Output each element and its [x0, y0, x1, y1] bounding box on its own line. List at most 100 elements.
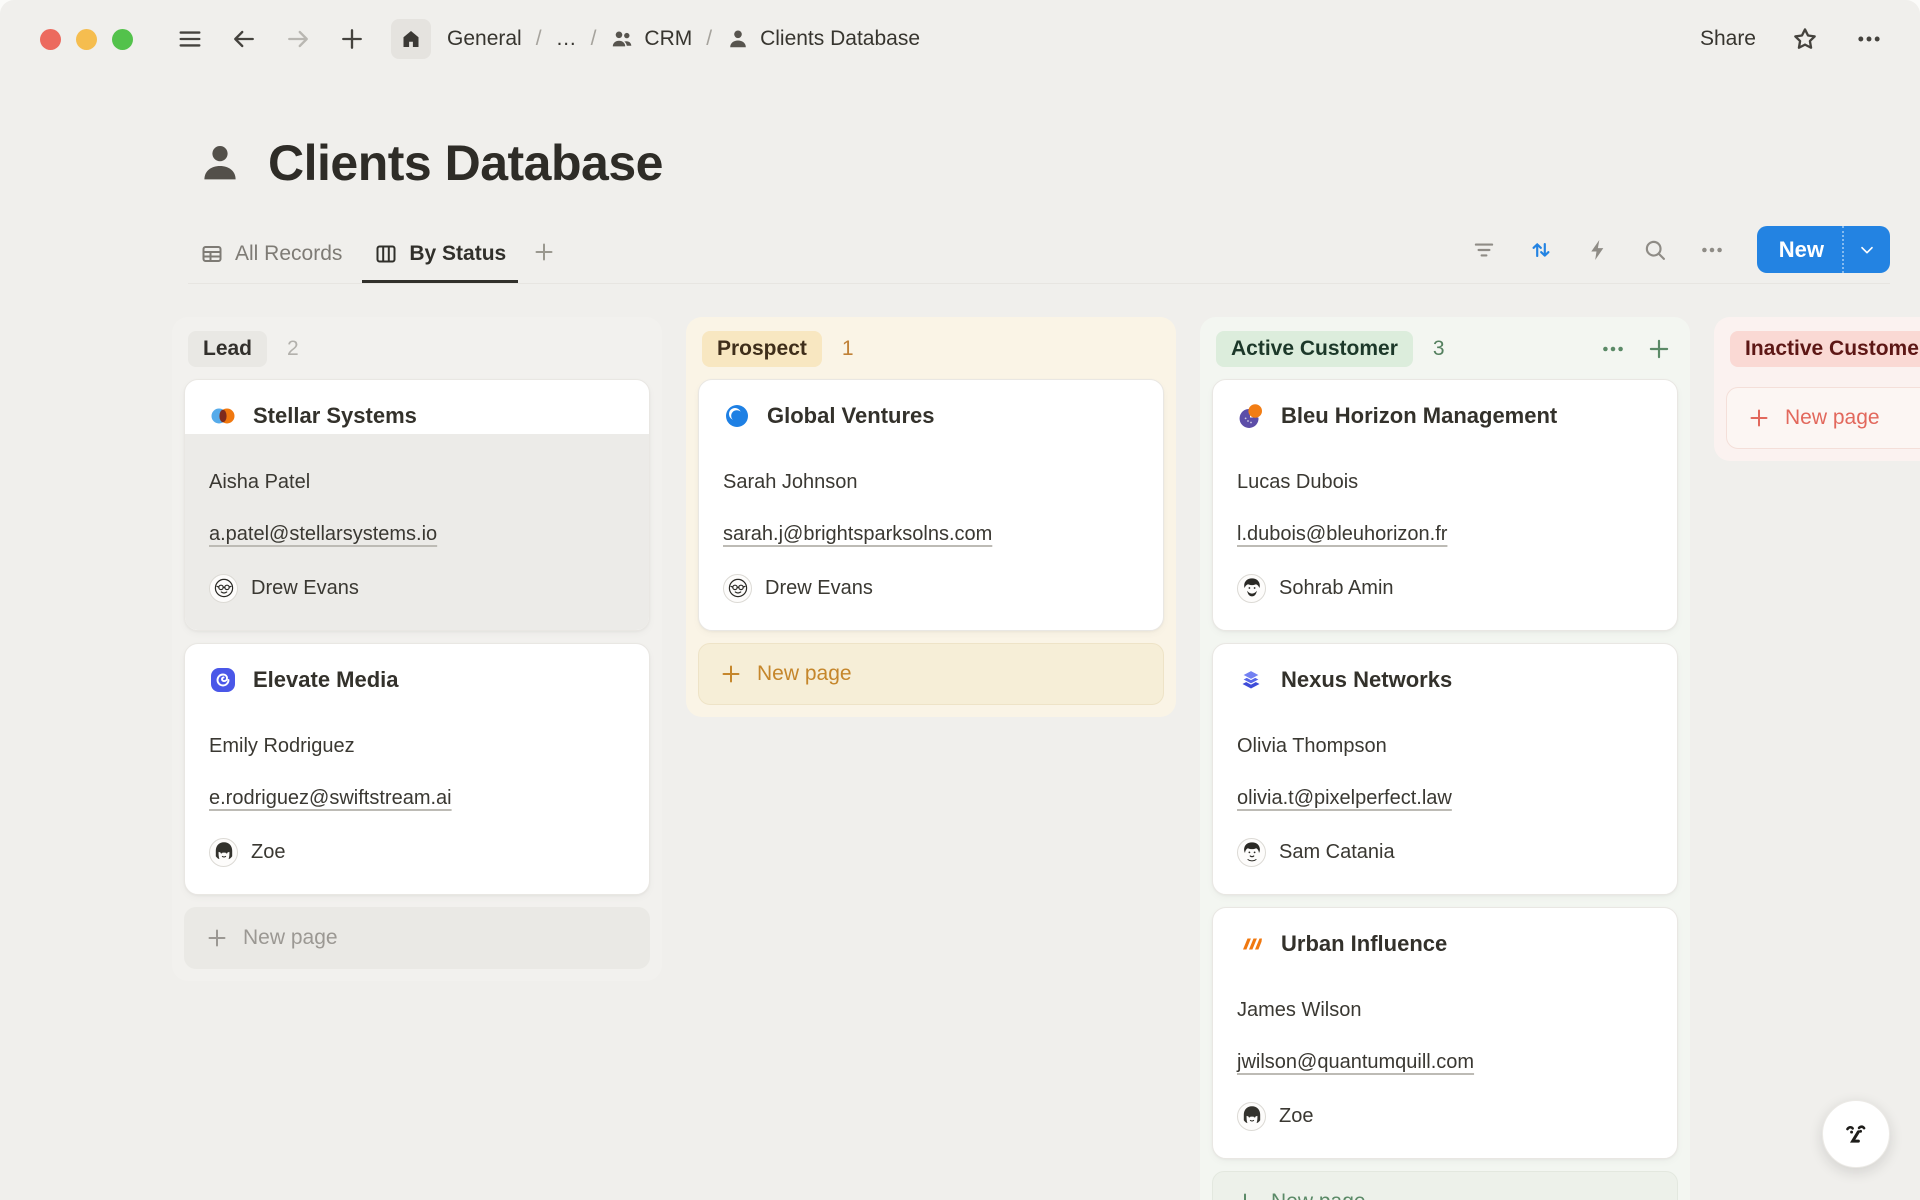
breadcrumb-label: CRM: [644, 27, 692, 51]
ai-assistant-button[interactable]: [1822, 1100, 1890, 1168]
breadcrumb-separator: /: [536, 27, 542, 51]
tab-all-records[interactable]: All Records: [188, 232, 354, 283]
client-card[interactable]: Global VenturesSarah Johnsonsarah.j@brig…: [698, 379, 1164, 631]
new-page-button[interactable]: New page: [184, 907, 650, 969]
contact-email: e.rodriguez@swiftstream.ai: [209, 786, 625, 810]
new-page-button[interactable]: New page: [698, 643, 1164, 705]
column-status-chip[interactable]: Prospect: [702, 331, 822, 367]
card-title: Urban Influence: [1281, 931, 1447, 957]
card-fields: Aisha Patel a.patel@stellarsystems.io Drew…: [185, 434, 649, 630]
column-header: Active Customer3: [1212, 329, 1678, 379]
pie-logo: [1237, 402, 1265, 430]
card-fields: Lucas Dubois l.dubois@bleuhorizon.fr Sohra…: [1213, 434, 1677, 630]
sam-avatar: [1237, 838, 1266, 867]
board-column-inactive-customer: Inactive Customer New page: [1714, 317, 1920, 461]
card-header: Bleu Horizon Management: [1213, 380, 1677, 434]
contact-email: a.patel@stellarsystems.io: [209, 522, 625, 546]
card-fields: Emily Rodrigueze.rodriguez@swiftstream.a…: [185, 698, 649, 894]
titlebar-actions: Share: [1700, 24, 1884, 54]
page-person-icon[interactable]: [196, 139, 244, 187]
card-header: Urban Influence: [1213, 908, 1677, 962]
column-status-chip[interactable]: Inactive Customer: [1730, 331, 1920, 367]
app-window: General / … / CRM / Clients Database Sha…: [0, 0, 1920, 1200]
forward-icon[interactable]: [283, 24, 313, 54]
sohrab-avatar: [1237, 574, 1266, 603]
owner-row: Zoe: [1237, 1102, 1653, 1130]
owner-name: Drew Evans: [251, 577, 359, 600]
sidebar-toggle-icon[interactable]: [175, 24, 205, 54]
column-more-icon[interactable]: [1600, 336, 1626, 362]
people-icon: [610, 27, 634, 51]
close-window-button[interactable]: [40, 29, 61, 50]
back-icon[interactable]: [229, 24, 259, 54]
new-page-label: New page: [757, 662, 852, 686]
add-view-icon[interactable]: [532, 240, 556, 276]
column-controls: [1600, 336, 1672, 362]
view-bar: All Records By Status New: [188, 226, 1890, 284]
layers-logo: [1237, 666, 1265, 694]
new-tab-icon[interactable]: [337, 24, 367, 54]
view-more-icon[interactable]: [1698, 236, 1726, 264]
breadcrumb-item-clients-database[interactable]: Clients Database: [726, 27, 920, 51]
breadcrumb-item-crm[interactable]: CRM: [610, 27, 692, 51]
share-button[interactable]: Share: [1700, 27, 1756, 51]
column-header: Prospect1: [698, 329, 1164, 379]
breadcrumb-label: General: [447, 27, 522, 51]
drew-avatar: [723, 574, 752, 603]
column-add-icon[interactable]: [1646, 336, 1672, 362]
card-title: Global Ventures: [767, 403, 935, 429]
owner-row: Sam Catania: [1237, 838, 1653, 866]
owner-name: Sohrab Amin: [1279, 577, 1394, 600]
page-title[interactable]: Clients Database: [268, 134, 663, 192]
more-options-icon[interactable]: [1854, 24, 1884, 54]
card-header: Nexus Networks: [1213, 644, 1677, 698]
contact-name: Olivia Thompson: [1237, 734, 1653, 758]
search-icon[interactable]: [1641, 236, 1669, 264]
venn-logo: [209, 402, 237, 430]
card-header: Elevate Media: [185, 644, 649, 698]
home-button[interactable]: [391, 19, 431, 59]
breadcrumb-item-general[interactable]: General: [447, 27, 522, 51]
email-link[interactable]: e.rodriguez@swiftstream.ai: [209, 787, 452, 809]
board-column-lead: Lead 2 Stellar Systems Aisha Patel a.patel@s…: [172, 317, 662, 981]
card-title: Stellar Systems: [253, 403, 417, 429]
breadcrumb-item-ellipsis[interactable]: …: [556, 27, 577, 51]
favorite-star-icon[interactable]: [1790, 24, 1820, 54]
zoom-window-button[interactable]: [112, 29, 133, 50]
column-status-chip[interactable]: Active Customer: [1216, 331, 1413, 367]
client-card[interactable]: Bleu Horizon Management Lucas Dubois l.dub…: [1212, 379, 1678, 631]
sort-icon[interactable]: [1527, 236, 1555, 264]
tab-by-status[interactable]: By Status: [362, 232, 518, 283]
client-card[interactable]: Nexus Networks Olivia Thompson olivia.t@pi…: [1212, 643, 1678, 895]
owner-row: Zoe: [209, 838, 625, 866]
client-card[interactable]: Urban InfluenceJames Wilsonjwilson@quant…: [1212, 907, 1678, 1159]
client-card[interactable]: Elevate MediaEmily Rodrigueze.rodriguez@…: [184, 643, 650, 895]
email-link[interactable]: jwilson@quantumquill.com: [1237, 1051, 1474, 1073]
card-fields: James Wilsonjwilson@quantumquill.comZoe: [1213, 962, 1677, 1158]
card-fields: Olivia Thompson olivia.t@pixelperfect.law…: [1213, 698, 1677, 894]
new-page-button[interactable]: New page: [1212, 1171, 1678, 1200]
contact-email: l.dubois@bleuhorizon.fr: [1237, 522, 1653, 546]
client-card[interactable]: Stellar Systems Aisha Patel a.patel@stella…: [184, 379, 650, 631]
new-page-button[interactable]: New page: [1726, 387, 1920, 449]
chevron-down-icon[interactable]: [1842, 226, 1890, 273]
lightning-icon[interactable]: [1584, 236, 1612, 264]
minimize-window-button[interactable]: [76, 29, 97, 50]
new-record-button[interactable]: New: [1757, 226, 1890, 273]
email-link[interactable]: sarah.j@brightsparksolns.com: [723, 523, 992, 545]
contact-name: Lucas Dubois: [1237, 470, 1653, 494]
email-link[interactable]: olivia.t@pixelperfect.law: [1237, 787, 1452, 809]
column-count: 2: [287, 337, 299, 361]
filter-icon[interactable]: [1470, 236, 1498, 264]
breadcrumb-separator: /: [591, 27, 597, 51]
new-page-label: New page: [1271, 1190, 1366, 1200]
plus-icon: [205, 926, 229, 950]
board-icon: [374, 242, 398, 266]
table-icon: [200, 242, 224, 266]
email-link[interactable]: l.dubois@bleuhorizon.fr: [1237, 523, 1447, 545]
email-link[interactable]: a.patel@stellarsystems.io: [209, 523, 437, 545]
kanban-board: Lead 2 Stellar Systems Aisha Patel a.patel@s…: [172, 317, 1920, 1200]
zoe-avatar: [209, 838, 238, 867]
column-status-chip[interactable]: Lead: [188, 331, 267, 367]
contact-name: Aisha Patel: [209, 470, 625, 494]
